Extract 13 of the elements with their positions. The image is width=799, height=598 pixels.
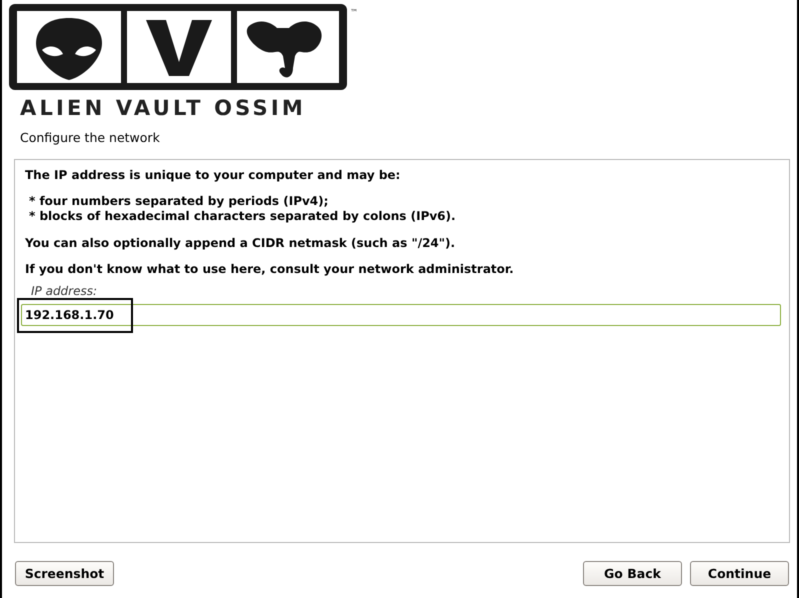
logo-wordmark: ALIEN VAULT OSSIM	[20, 96, 307, 120]
bullet-text: * four numbers separated by periods (IPv4);	[29, 194, 330, 209]
trademark-label: ™	[350, 8, 358, 17]
action-button[interactable]: Continue	[690, 561, 789, 586]
help-text: You can also optionally append a CIDR netmask (such as "/24").	[25, 236, 456, 250]
bullet-text: * blocks of hexadecimal characters separated by colons (IPv6).	[29, 209, 457, 224]
intro-text: The IP address is unique to your computer and may be:	[25, 168, 402, 182]
field-label: IP address:	[31, 284, 98, 298]
action-button[interactable]: Screenshot	[15, 561, 114, 586]
action-button[interactable]: Go Back	[583, 561, 682, 586]
ip-address-field[interactable]: 192.168.1.70	[21, 304, 781, 326]
page-title: Configure the network	[20, 130, 161, 145]
help-text: If you don't know what to use here, consult your network administrator.	[25, 262, 515, 276]
